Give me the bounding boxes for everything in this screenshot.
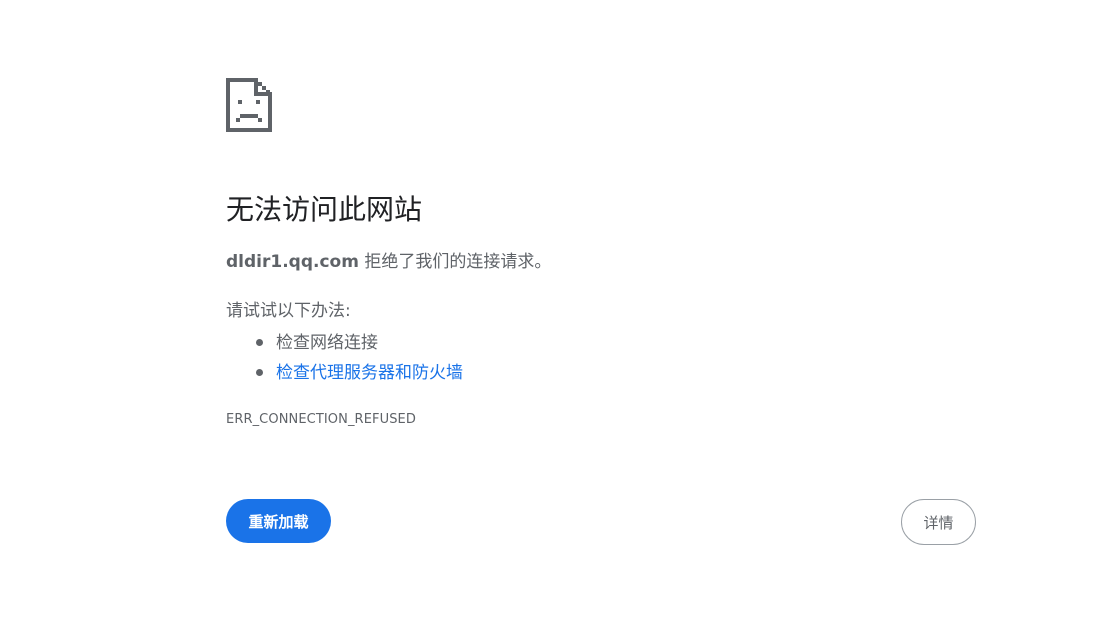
error-page: 无法访问此网站 dldir1.qq.com 拒绝了我们的连接请求。 请试试以下办…: [0, 0, 1105, 633]
sad-page-icon: [226, 78, 272, 132]
reload-button[interactable]: 重新加载: [226, 499, 331, 543]
page-title: 无法访问此网站: [226, 193, 423, 226]
list-item: 检查网络连接: [226, 328, 463, 358]
error-code: ERR_CONNECTION_REFUSED: [226, 412, 416, 427]
suggestion-check-network: 检查网络连接: [276, 333, 378, 353]
bullet-icon: [256, 339, 263, 346]
summary-message: 拒绝了我们的连接请求。: [358, 252, 552, 272]
error-summary: dldir1.qq.com 拒绝了我们的连接请求。: [226, 250, 551, 274]
details-button[interactable]: 详情: [901, 499, 976, 545]
bullet-icon: [256, 369, 263, 376]
suggestion-check-proxy-link[interactable]: 检查代理服务器和防火墙: [276, 363, 463, 383]
list-item: 检查代理服务器和防火墙: [226, 358, 463, 388]
host-name: dldir1.qq.com: [226, 252, 359, 272]
suggestions-heading: 请试试以下办法:: [226, 301, 351, 321]
suggestions-list: 检查网络连接 检查代理服务器和防火墙: [226, 328, 463, 388]
